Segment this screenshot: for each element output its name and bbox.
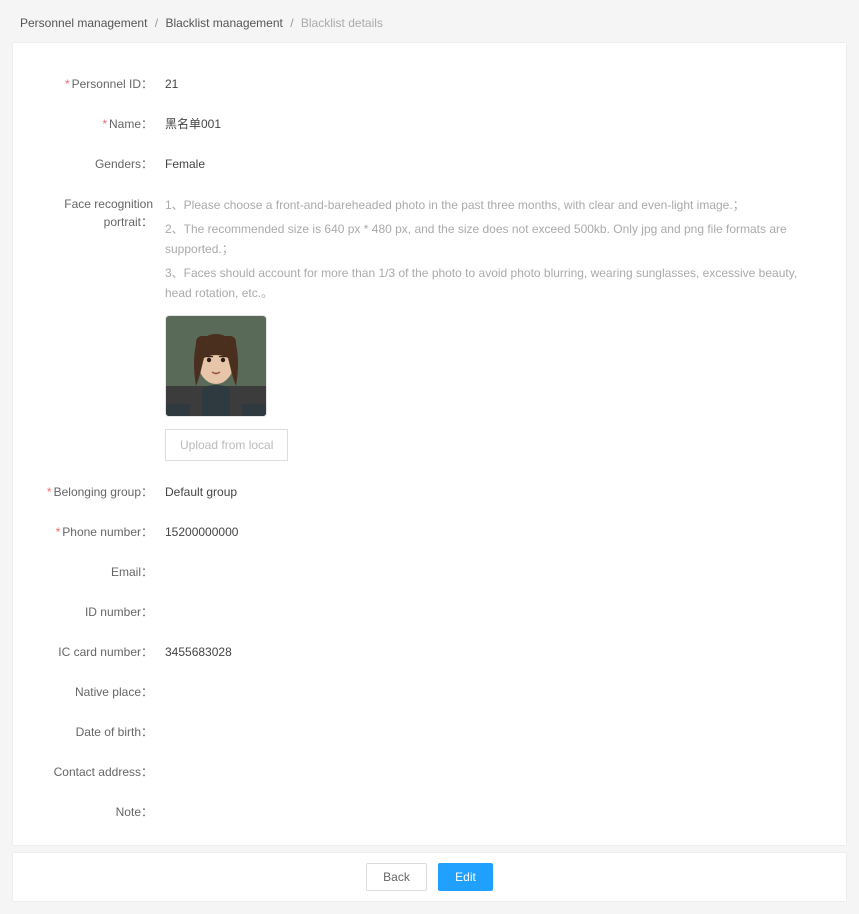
hint-2: 2、The recommended size is 640 px * 480 p… <box>165 219 822 259</box>
label-id-number: ID number： <box>37 603 165 621</box>
breadcrumb-item-details: Blacklist details <box>301 16 383 30</box>
hint-1: 1、Please choose a front-and-bareheaded p… <box>165 195 822 215</box>
label-genders: Genders： <box>37 155 165 173</box>
row-name: *Name： 黑名单001 <box>37 115 822 133</box>
breadcrumb-separator: / <box>290 16 293 30</box>
portrait-box <box>165 315 822 417</box>
row-ic-card-number: IC card number： 3455683028 <box>37 643 822 661</box>
row-face-portrait: Face recognition portrait： 1、Please choo… <box>37 195 822 461</box>
row-note: Note： <box>37 803 822 821</box>
row-personnel-id: *Personnel ID： 21 <box>37 75 822 93</box>
label-native-place: Native place： <box>37 683 165 701</box>
row-date-of-birth: Date of birth： <box>37 723 822 741</box>
label-personnel-id: *Personnel ID： <box>37 75 165 93</box>
row-genders: Genders： Female <box>37 155 822 173</box>
value-genders: Female <box>165 155 822 173</box>
label-date-of-birth: Date of birth： <box>37 723 165 741</box>
breadcrumb-item-blacklist[interactable]: Blacklist management <box>165 16 282 30</box>
breadcrumb-separator: / <box>155 16 158 30</box>
hint-3: 3、Faces should account for more than 1/3… <box>165 263 822 303</box>
upload-button[interactable]: Upload from local <box>165 429 288 461</box>
label-ic-card-number: IC card number： <box>37 643 165 661</box>
label-email: Email： <box>37 563 165 581</box>
value-personnel-id: 21 <box>165 75 822 93</box>
label-phone-number: *Phone number： <box>37 523 165 541</box>
value-ic-card-number: 3455683028 <box>165 643 822 661</box>
value-name: 黑名单001 <box>165 115 822 133</box>
edit-button[interactable]: Edit <box>438 863 493 891</box>
label-belonging-group: *Belonging group： <box>37 483 165 501</box>
row-id-number: ID number： <box>37 603 822 621</box>
value-belonging-group: Default group <box>165 483 822 501</box>
breadcrumb-item-personnel[interactable]: Personnel management <box>20 16 147 30</box>
value-phone-number: 15200000000 <box>165 523 822 541</box>
row-belonging-group: *Belonging group： Default group <box>37 483 822 501</box>
row-phone-number: *Phone number： 15200000000 <box>37 523 822 541</box>
page-root: Personnel management / Blacklist managem… <box>0 0 859 902</box>
breadcrumb: Personnel management / Blacklist managem… <box>0 0 859 42</box>
label-note: Note： <box>37 803 165 821</box>
row-contact-address: Contact address： <box>37 763 822 781</box>
label-face-portrait: Face recognition portrait： <box>37 195 165 231</box>
details-card: *Personnel ID： 21 *Name： 黑名单001 Genders：… <box>12 42 847 846</box>
label-contact-address: Contact address： <box>37 763 165 781</box>
row-email: Email： <box>37 563 822 581</box>
portrait-image <box>165 315 267 417</box>
footer-bar: Back Edit <box>12 852 847 902</box>
back-button[interactable]: Back <box>366 863 427 891</box>
row-native-place: Native place： <box>37 683 822 701</box>
label-name: *Name： <box>37 115 165 133</box>
portrait-hints: 1、Please choose a front-and-bareheaded p… <box>165 195 822 303</box>
